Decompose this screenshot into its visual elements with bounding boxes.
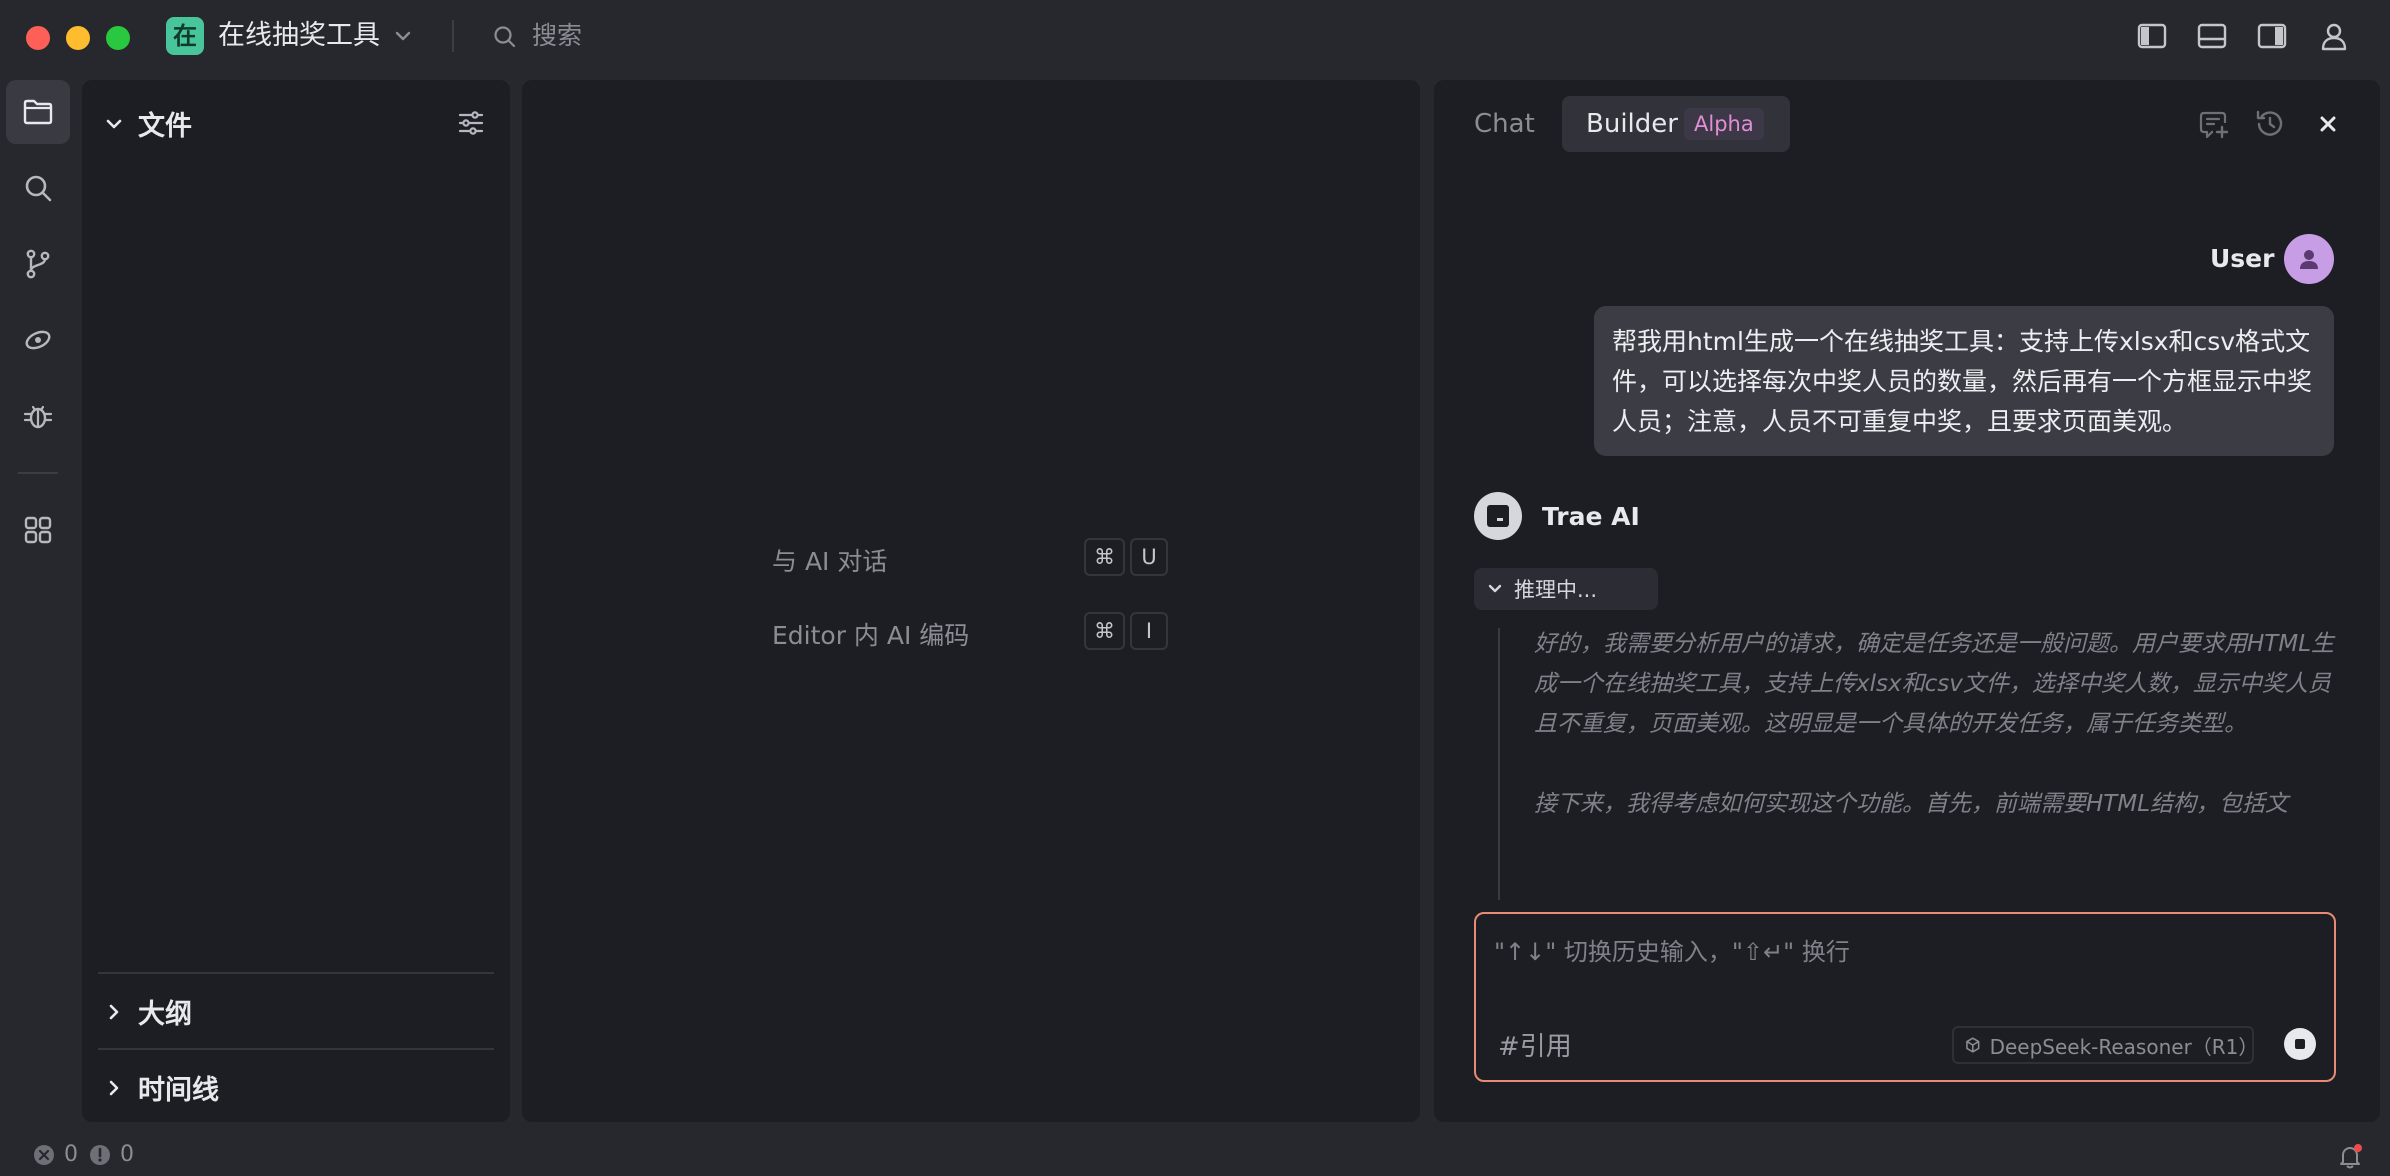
section-divider (98, 1048, 494, 1050)
reasoning-paragraph: 好的，我需要分析用户的请求，确定是任务还是一般问题。用户要求用HTML生成一个在… (1534, 631, 2335, 737)
files-label: 文件 (138, 111, 192, 142)
outline-section-header[interactable]: 大纲 (104, 992, 192, 1031)
shortcut-key: U (1130, 538, 1168, 576)
source-control-icon[interactable] (6, 232, 70, 296)
remote-icon[interactable] (6, 308, 70, 372)
status-bar: 0 0 (0, 1136, 2390, 1176)
reasoning-quote-bar (1498, 628, 1500, 900)
model-selector[interactable]: DeepSeek-Reasoner（R1） (1952, 1026, 2259, 1064)
shortcut-inline-ai: Editor 内 AI 编码 ⌘ I (772, 612, 1192, 652)
user-avatar (2284, 234, 2334, 284)
reasoning-toggle[interactable]: 推理中... (1474, 568, 1658, 610)
shortcut-key: I (1130, 612, 1168, 650)
model-name: DeepSeek-Reasoner（R1） (1989, 1034, 2259, 1059)
ai-name: Trae AI (1542, 502, 1640, 531)
editor-area: 与 AI 对话 ⌘ U Editor 内 AI 编码 ⌘ I (522, 80, 1420, 1122)
minimize-window-button[interactable] (66, 26, 90, 50)
chevron-down-icon (1488, 584, 1502, 593)
new-chat-icon[interactable] (2198, 108, 2230, 140)
activity-divider (18, 472, 58, 474)
history-icon[interactable] (2254, 108, 2286, 140)
section-divider (98, 972, 494, 974)
account-icon[interactable] (2318, 20, 2350, 52)
notifications-icon[interactable] (2336, 1142, 2364, 1170)
search-icon[interactable] (6, 156, 70, 220)
shortcut-key: ⌘ (1084, 538, 1125, 576)
toggle-secondary-sidebar-icon[interactable] (2256, 20, 2288, 52)
project-logo[interactable]: 在 (166, 17, 204, 55)
ai-chat-panel: Chat Builder Alpha User 帮我用html生成一个在线抽奖工… (1434, 80, 2380, 1122)
chevron-down-icon (106, 119, 122, 128)
timeline-label: 时间线 (138, 1075, 219, 1106)
chevron-right-icon (109, 1004, 119, 1019)
tab-builder[interactable]: Builder Alpha (1562, 96, 1790, 152)
reference-button[interactable]: #引用 (1498, 1026, 1572, 1063)
user-name: User (2210, 244, 2275, 273)
chevron-down-icon[interactable] (393, 26, 413, 46)
error-icon (34, 1144, 54, 1165)
explorer-icon[interactable] (6, 80, 70, 144)
reasoning-paragraph: 接下来，我得考虑如何实现这个功能。首先，前端需要HTML结构，包括文 (1534, 791, 2289, 817)
shortcut-label: 与 AI 对话 (772, 547, 888, 576)
close-icon[interactable] (2312, 108, 2344, 140)
warnings-count: 0 (120, 1142, 134, 1167)
stop-icon (2295, 1039, 2305, 1049)
debug-icon[interactable] (6, 384, 70, 448)
close-window-button[interactable] (26, 26, 50, 50)
stop-generation-button[interactable] (2284, 1028, 2316, 1060)
chat-input[interactable]: "↑↓" 切换历史输入，"⇧↵" 换行 #引用 DeepSeek-Reasone… (1474, 912, 2336, 1082)
activity-bar (0, 72, 76, 1132)
shortcut-key: ⌘ (1084, 612, 1125, 650)
search-input[interactable]: 搜索 (532, 18, 582, 54)
shortcut-ai-chat: 与 AI 对话 ⌘ U (772, 538, 1192, 578)
shortcut-label: Editor 内 AI 编码 (772, 621, 970, 650)
alpha-badge: Alpha (1684, 108, 1764, 140)
user-message: 帮我用html生成一个在线抽奖工具：支持上传xlsx和csv格式文件，可以选择每… (1594, 306, 2334, 456)
reasoning-label: 推理中... (1514, 578, 1598, 602)
maximize-window-button[interactable] (106, 26, 130, 50)
extensions-icon[interactable] (6, 498, 70, 562)
toggle-primary-sidebar-icon[interactable] (2136, 20, 2168, 52)
warning-icon (90, 1144, 110, 1165)
errors-count: 0 (64, 1142, 78, 1167)
errors-indicator[interactable]: 0 (32, 1142, 78, 1167)
project-name[interactable]: 在线抽奖工具 (218, 18, 380, 54)
cube-icon (1966, 1037, 1980, 1053)
filter-settings-icon[interactable] (456, 108, 486, 138)
title-divider (452, 20, 454, 52)
timeline-section-header[interactable]: 时间线 (104, 1068, 219, 1107)
search-icon[interactable] (492, 24, 518, 50)
files-section-header[interactable]: 文件 (104, 104, 192, 143)
tab-chat[interactable]: Chat (1474, 96, 1535, 152)
reasoning-content: 好的，我需要分析用户的请求，确定是任务还是一般问题。用户要求用HTML生成一个在… (1534, 624, 2334, 824)
tab-builder-label: Builder (1586, 109, 1678, 139)
chat-input-placeholder: "↑↓" 切换历史输入，"⇧↵" 换行 (1494, 938, 1850, 966)
outline-label: 大纲 (138, 999, 192, 1030)
chevron-right-icon (109, 1080, 119, 1095)
explorer-panel: 文件 大纲 时间线 (82, 80, 510, 1122)
trae-ai-avatar (1474, 492, 1522, 540)
title-bar: 在 在线抽奖工具 搜索 (0, 0, 2390, 72)
toggle-panel-icon[interactable] (2196, 20, 2228, 52)
warnings-indicator[interactable]: 0 (88, 1142, 134, 1167)
